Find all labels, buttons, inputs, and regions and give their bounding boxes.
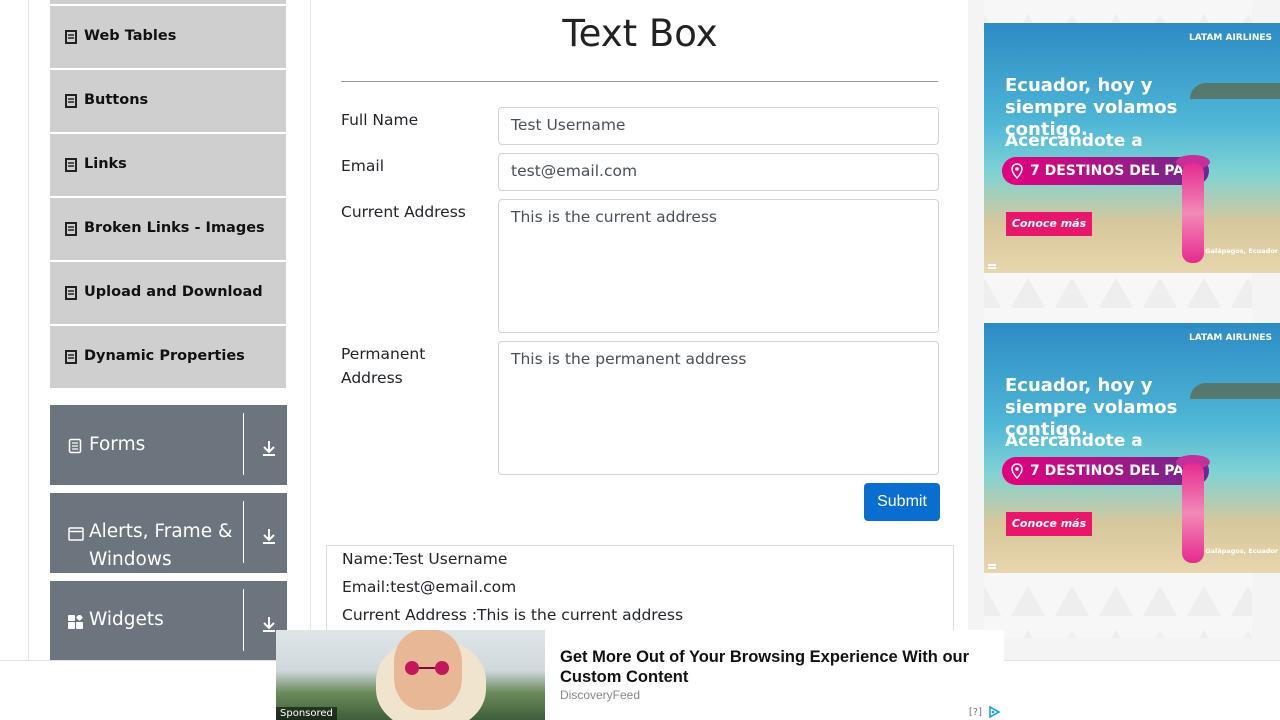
current-address-textarea[interactable]: This is the current address bbox=[498, 199, 939, 333]
email-label: Email bbox=[341, 157, 385, 175]
group-label: Forms bbox=[89, 434, 146, 455]
sidebar-item-dynamic-properties[interactable]: Dynamic Properties bbox=[50, 326, 287, 390]
native-ad-headline[interactable]: Get More Out of Your Browsing Experience… bbox=[560, 647, 980, 687]
sidebar-item-web-tables[interactable]: Web Tables bbox=[50, 6, 287, 70]
email-input[interactable]: test@email.com bbox=[498, 153, 939, 191]
divider bbox=[243, 501, 244, 563]
group-label: Widgets bbox=[89, 609, 164, 630]
page-title: Text Box bbox=[562, 12, 718, 55]
group-alerts-frame-windows[interactable]: Alerts, Frame & Windows bbox=[50, 493, 287, 573]
ad-brand-logo: LATAM AIRLINES bbox=[1189, 333, 1272, 343]
current-address-label: Current Address bbox=[341, 203, 466, 221]
sidebar-item-label: Dynamic Properties bbox=[84, 348, 245, 364]
sidebar-item-broken-links[interactable]: Broken Links - Images bbox=[50, 198, 287, 262]
sidebar-item-label: Links bbox=[84, 156, 127, 172]
submit-button[interactable]: Submit bbox=[864, 483, 940, 521]
sidebar-item-label: Upload and Download bbox=[84, 284, 263, 300]
form-doc-icon bbox=[68, 438, 82, 454]
permanent-address-textarea[interactable]: This is the permanent address bbox=[498, 341, 939, 475]
ad-subhead: Acercándote a bbox=[1005, 431, 1143, 451]
group-forms[interactable]: Forms bbox=[50, 405, 287, 485]
ad-pill-text: 7 DESTINOS DEL PAÍS bbox=[1030, 463, 1200, 479]
full-name-input[interactable]: Test Username bbox=[498, 107, 939, 145]
window-icon bbox=[68, 527, 84, 541]
native-ad-image[interactable]: Sponsored bbox=[276, 630, 545, 720]
list-doc-icon bbox=[65, 286, 77, 300]
element-list: Web Tables Buttons Links Broken Links - … bbox=[50, 0, 287, 390]
sponsored-label: Sponsored bbox=[276, 707, 337, 720]
ad-cta-button[interactable]: Conoce más bbox=[1006, 512, 1092, 536]
location-pin-icon bbox=[1011, 463, 1023, 479]
list-doc-icon bbox=[65, 350, 77, 364]
download-arrow-icon[interactable] bbox=[261, 527, 277, 545]
ad-rail: LATAM AIRLINES Ecuador, hoy y siempre vo… bbox=[968, 0, 1280, 660]
list-doc-icon bbox=[65, 222, 77, 236]
sidebar-item-upload-download[interactable]: Upload and Download bbox=[50, 262, 287, 326]
output-name: Name:Test Username bbox=[342, 550, 508, 568]
ad-info-link[interactable]: [?] bbox=[969, 707, 982, 718]
download-arrow-icon[interactable] bbox=[261, 615, 277, 633]
sunglasses-shape bbox=[405, 661, 449, 675]
ad-menu-icon[interactable] bbox=[988, 264, 996, 269]
list-doc-icon bbox=[65, 158, 77, 172]
ad-brand-logo: LATAM AIRLINES bbox=[1189, 33, 1272, 43]
ad-subhead: Acercándote a bbox=[1005, 131, 1143, 151]
group-label: Alerts, Frame & Windows bbox=[89, 521, 233, 570]
sidebar-item-label: Web Tables bbox=[84, 28, 177, 44]
ad-cta-button[interactable]: Conoce más bbox=[1006, 212, 1092, 236]
sidebar-item-links[interactable]: Links bbox=[50, 134, 287, 198]
sidebar-item-label: Broken Links - Images bbox=[84, 220, 265, 236]
native-ad[interactable]: ﹀ Sponsored Get More Out of Your Browsin… bbox=[276, 620, 1004, 720]
ad-menu-icon[interactable] bbox=[988, 564, 996, 569]
full-name-label: Full Name bbox=[341, 111, 419, 129]
ad-location: Galápagos, Ecuador bbox=[1205, 247, 1278, 255]
page: Web Tables Buttons Links Broken Links - … bbox=[0, 0, 1280, 720]
ad-location: Galápagos, Ecuador bbox=[1205, 547, 1278, 555]
ad-person-figure bbox=[1182, 463, 1204, 563]
group-widgets[interactable]: Widgets bbox=[50, 581, 287, 661]
download-arrow-icon[interactable] bbox=[261, 439, 277, 457]
sidebar-item-buttons[interactable]: Buttons bbox=[50, 70, 287, 134]
location-pin-icon bbox=[1011, 163, 1023, 179]
title-divider bbox=[341, 81, 938, 82]
divider bbox=[243, 589, 244, 651]
ad-pill-text: 7 DESTINOS DEL PAÍS bbox=[1030, 163, 1200, 179]
ad-banner-bottom[interactable]: LATAM AIRLINES Ecuador, hoy y siempre vo… bbox=[984, 323, 1280, 573]
sidebar-item-label: Buttons bbox=[84, 92, 149, 108]
native-ad-source: DiscoveryFeed bbox=[560, 688, 641, 702]
ad-banner-top[interactable]: LATAM AIRLINES Ecuador, hoy y siempre vo… bbox=[984, 23, 1280, 273]
ad-person-figure bbox=[1182, 163, 1204, 263]
adchoices-icon[interactable] bbox=[988, 706, 1002, 718]
list-doc-icon bbox=[65, 94, 77, 108]
permanent-address-label: Permanent Address bbox=[341, 345, 426, 387]
widgets-icon bbox=[68, 615, 83, 629]
collapse-chevron-icon[interactable]: ﹀ bbox=[634, 616, 644, 631]
output-current-address: Current Address :This is the current add… bbox=[342, 606, 684, 624]
list-doc-icon bbox=[65, 30, 77, 44]
divider bbox=[243, 413, 244, 475]
main-content: Text Box Full Name Test Username Email t… bbox=[312, 0, 968, 720]
output-email: Email:test@email.com bbox=[342, 578, 517, 596]
